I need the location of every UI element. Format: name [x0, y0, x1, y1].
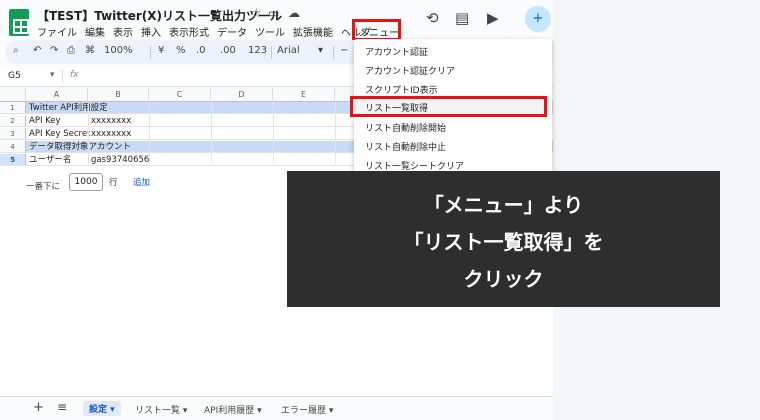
column-header-d[interactable]: D	[211, 88, 273, 102]
redo-icon[interactable]: ↷	[50, 45, 58, 56]
chevron-down-icon[interactable]: ▾	[318, 45, 323, 56]
menu-item-get-list-highlight: リスト一覧取得	[350, 96, 547, 117]
instruction-overlay: 「メニュー」より 「リスト一覧取得」を クリック	[287, 171, 720, 307]
currency-button[interactable]: ¥	[158, 45, 164, 56]
column-header-e[interactable]: E	[273, 88, 335, 102]
sheet-tab-list[interactable]: リスト一覧 ▾	[135, 403, 187, 416]
menu-data[interactable]: データ	[217, 24, 247, 39]
menu-custom[interactable]: メニュー	[359, 24, 399, 39]
row-header[interactable]: 2	[0, 115, 26, 127]
name-box[interactable]: G5	[8, 71, 21, 81]
cell-a5[interactable]: ユーザー名	[29, 154, 71, 166]
document-title[interactable]: 【TEST】Twitter(X)リスト一覧出力ツール	[37, 7, 282, 24]
cell-b5[interactable]: gas93740656	[91, 154, 149, 166]
search-menus-icon[interactable]: ⌕	[13, 45, 19, 56]
add-sheet-icon[interactable]: +	[33, 400, 44, 415]
percent-button[interactable]: %	[176, 45, 186, 56]
font-size-decrease-icon[interactable]: −	[340, 45, 348, 56]
column-header-c[interactable]: C	[149, 88, 211, 102]
menu-tools[interactable]: ツール	[255, 24, 285, 39]
menu-item-auto-delete-stop[interactable]: リスト自動削除中止	[365, 140, 446, 153]
column-header-a[interactable]: A	[26, 88, 88, 102]
add-rows-label: 一番下に	[26, 182, 61, 192]
cell-a1[interactable]: Twitter API利用設定	[29, 102, 108, 114]
menu-item-get-list[interactable]: リスト一覧取得	[365, 101, 428, 114]
menu-item-account-auth-clear[interactable]: アカウント認証クリア	[365, 64, 455, 77]
decrease-decimal-button[interactable]: .0	[196, 45, 206, 56]
sheets-logo-icon[interactable]	[9, 9, 29, 36]
cell-a3[interactable]: API Key Secret	[29, 128, 90, 140]
add-rows-button[interactable]: 追加	[133, 176, 150, 188]
menu-view[interactable]: 表示	[113, 24, 133, 39]
all-sheets-icon[interactable]: ≡	[57, 400, 67, 414]
fx-icon: fx	[70, 70, 79, 80]
select-all-corner[interactable]	[0, 88, 26, 102]
add-rows-count-input[interactable]: 1000	[69, 173, 103, 191]
sheet-tab-settings[interactable]: 設定 ▾	[83, 401, 121, 416]
instruction-line-3: クリック	[463, 267, 544, 291]
history-icon[interactable]: ⟲	[426, 9, 439, 27]
chevron-down-icon[interactable]: ▾	[50, 70, 55, 80]
menu-item-auto-delete-start[interactable]: リスト自動削除開始	[365, 121, 446, 134]
print-icon[interactable]: ⎙	[67, 45, 75, 56]
cloud-status-icon[interactable]: ☁	[288, 6, 300, 20]
menu-file[interactable]: ファイル	[37, 24, 77, 39]
instruction-line-1: 「メニュー」より	[423, 193, 584, 217]
menu-item-show-script-id[interactable]: スクリプトID表示	[365, 83, 438, 96]
star-icon[interactable]: ☆	[251, 6, 262, 20]
move-folder-icon[interactable]: ▭	[268, 6, 279, 20]
sheet-tab-bar: + ≡ 設定 ▾ リスト一覧 ▾ API利用履歴 ▾ エラー履歴 ▾	[0, 396, 553, 420]
zoom-select[interactable]: 100%	[104, 45, 133, 56]
row-header[interactable]: 1	[0, 102, 26, 114]
comment-icon[interactable]: ▤	[455, 9, 469, 27]
menu-bar: ファイル 編集 表示 挿入 表示形式 データ ツール 拡張機能 ヘルプ	[37, 24, 379, 39]
row-header[interactable]: 4	[0, 141, 26, 153]
row-header[interactable]: 5	[0, 154, 26, 166]
row-header[interactable]: 3	[0, 128, 26, 140]
number-format-button[interactable]: 123	[248, 45, 267, 56]
custom-menu-highlight: メニュー	[352, 19, 401, 41]
menu-extensions[interactable]: 拡張機能	[293, 24, 333, 39]
cell-a2[interactable]: API Key	[29, 115, 61, 127]
instruction-line-2: 「リスト一覧取得」を	[403, 230, 604, 254]
column-header-b[interactable]: B	[88, 88, 149, 102]
share-icon[interactable]: +	[525, 6, 551, 32]
sheet-tab-api-history[interactable]: API利用履歴 ▾	[204, 403, 262, 416]
menu-edit[interactable]: 編集	[85, 24, 105, 39]
font-select[interactable]: Arial	[277, 45, 300, 56]
menu-item-account-auth[interactable]: アカウント認証	[365, 45, 428, 58]
cell-b2[interactable]: xxxxxxxx	[91, 115, 131, 127]
menu-format[interactable]: 表示形式	[169, 24, 209, 39]
meet-icon[interactable]: ▶	[487, 9, 499, 27]
undo-icon[interactable]: ↶	[33, 45, 41, 56]
add-rows-unit: 行	[109, 178, 118, 188]
menu-insert[interactable]: 挿入	[141, 24, 161, 39]
cell-a4[interactable]: データ取得対象アカウント	[29, 141, 131, 153]
sheet-tab-error-history[interactable]: エラー履歴 ▾	[281, 403, 333, 416]
increase-decimal-button[interactable]: .00	[220, 45, 236, 56]
paint-format-icon[interactable]: ⌘	[85, 45, 95, 56]
cell-b3[interactable]: xxxxxxxx	[91, 128, 131, 140]
